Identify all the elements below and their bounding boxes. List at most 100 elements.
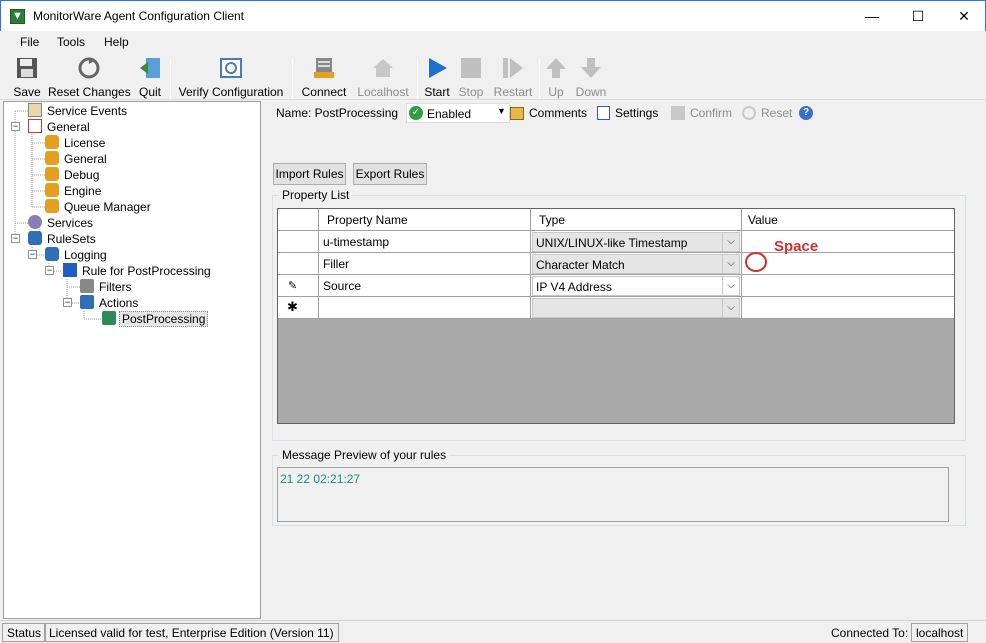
menu-tools[interactable]: Tools — [57, 35, 85, 49]
column-header-type[interactable]: Type — [531, 209, 742, 231]
down-button[interactable]: Down — [574, 56, 608, 100]
title-bar: ▼ MonitorWare Agent Configuration Client… — [0, 0, 986, 31]
value-cell[interactable] — [742, 275, 954, 297]
shield-icon — [45, 183, 59, 197]
type-cell[interactable]: ⌵ — [531, 297, 742, 319]
stop-icon — [461, 58, 481, 78]
comments-button[interactable]: Comments — [529, 106, 587, 120]
message-preview-label: Message Preview of your rules — [279, 448, 450, 462]
restart-button[interactable]: Restart — [492, 56, 534, 100]
expander-actions[interactable]: − — [63, 298, 72, 307]
confirm-icon — [671, 106, 685, 120]
toolbar-separator — [292, 59, 293, 99]
column-header-property-name[interactable]: Property Name — [319, 209, 531, 231]
tree-item-filters[interactable]: Filters — [80, 279, 134, 295]
property-grid[interactable]: Property Name Type Value u-timestamp UNI… — [277, 208, 955, 424]
quit-icon — [140, 58, 160, 78]
type-select[interactable]: ⌵ — [532, 298, 740, 318]
preview-text: 21 22 02:21:27 — [280, 472, 361, 486]
menu-help[interactable]: Help — [104, 35, 129, 49]
connected-to-label: Connected To: — [831, 626, 909, 640]
expander-logging[interactable]: − — [28, 250, 37, 259]
property-name-cell[interactable]: u-timestamp — [319, 231, 531, 253]
tree-item-engine[interactable]: Engine — [45, 183, 103, 199]
table-row[interactable]: u-timestamp UNIX/LINUX-like Timestamp ⌵ — [278, 231, 954, 253]
tree-item-general-settings[interactable]: General — [45, 151, 109, 167]
localhost-button[interactable]: Localhost — [354, 56, 412, 100]
type-select[interactable]: IP V4 Address ⌵ — [532, 276, 740, 296]
play-icon — [429, 58, 447, 78]
settings-button[interactable]: Settings — [615, 106, 658, 120]
check-circle-icon: ✓ — [409, 106, 423, 120]
row-selector[interactable] — [278, 231, 319, 253]
connect-button[interactable]: Connect — [298, 56, 350, 100]
shield-icon — [45, 151, 59, 165]
reset-button[interactable]: Reset — [761, 106, 792, 120]
reset-changes-button[interactable]: Reset Changes — [48, 56, 131, 100]
expander-general[interactable]: − — [11, 122, 20, 131]
type-cell[interactable]: IP V4 Address ⌵ — [531, 275, 742, 297]
stop-button[interactable]: Stop — [456, 56, 486, 100]
column-header-value[interactable]: Value — [742, 209, 954, 231]
home-icon — [373, 59, 393, 77]
property-name-cell[interactable]: Source — [319, 275, 531, 297]
arrow-up-icon — [546, 58, 566, 78]
type-select[interactable]: Character Match ⌵ — [532, 254, 740, 274]
arrow-down-icon — [581, 58, 601, 78]
property-name-cell[interactable]: Filler — [319, 253, 531, 275]
up-button[interactable]: Up — [544, 56, 568, 100]
tree-item-general[interactable]: General — [28, 119, 92, 135]
window-title: MonitorWare Agent Configuration Client — [33, 9, 244, 23]
tree-item-services[interactable]: Services — [28, 215, 95, 231]
start-button[interactable]: Start — [422, 56, 452, 100]
tree-item-debug[interactable]: Debug — [45, 167, 101, 183]
service-events-icon — [28, 103, 42, 117]
verify-configuration-button[interactable]: Verify Configuration — [176, 56, 286, 100]
tree-item-queue-manager[interactable]: Queue Manager — [45, 199, 153, 215]
reset-icon — [742, 106, 756, 120]
type-select[interactable]: UNIX/LINUX-like Timestamp ⌵ — [532, 232, 740, 252]
tree-item-rulesets[interactable]: RuleSets — [28, 231, 98, 247]
row-selector[interactable] — [278, 253, 319, 275]
table-row[interactable]: ✎ Source IP V4 Address ⌵ — [278, 275, 954, 297]
value-cell[interactable] — [742, 253, 954, 275]
edit-pencil-icon[interactable]: ✎ — [278, 275, 319, 297]
configuration-tree[interactable]: − − − − − Service Events General License… — [3, 101, 261, 619]
shield-icon — [45, 135, 59, 149]
tree-item-rule[interactable]: Rule for PostProcessing — [63, 263, 213, 279]
expander-rule[interactable]: − — [45, 266, 54, 275]
import-rules-button[interactable]: Import Rules — [273, 163, 346, 185]
table-row[interactable]: Filler Character Match ⌵ — [278, 253, 954, 275]
tree-item-service-events[interactable]: Service Events — [28, 103, 129, 119]
settings-icon — [597, 106, 610, 120]
type-cell[interactable]: UNIX/LINUX-like Timestamp ⌵ — [531, 231, 742, 253]
grid-header-row: Property Name Type Value — [278, 209, 954, 231]
close-button[interactable]: ✕ — [941, 1, 986, 31]
app-icon: ▼ — [10, 9, 25, 24]
checklist-icon — [28, 119, 42, 133]
connected-host: localhost — [911, 623, 969, 642]
export-rules-button[interactable]: Export Rules — [353, 163, 427, 185]
new-row-asterisk-icon[interactable]: ✱ — [278, 297, 319, 319]
tree-item-actions[interactable]: Actions — [80, 295, 140, 311]
menu-file[interactable]: File — [20, 35, 39, 49]
new-row[interactable]: ✱ ⌵ — [278, 297, 954, 319]
help-icon[interactable]: ? — [799, 106, 813, 120]
tree-item-logging[interactable]: Logging — [45, 247, 109, 263]
value-cell[interactable] — [742, 297, 954, 319]
rulesets-icon — [28, 231, 42, 245]
toolbar: Save Reset Changes Quit Verify Configura… — [0, 53, 986, 100]
tree-item-license[interactable]: License — [45, 135, 107, 151]
minimize-button[interactable]: — — [849, 1, 895, 31]
quit-button[interactable]: Quit — [134, 56, 166, 100]
type-cell[interactable]: Character Match ⌵ — [531, 253, 742, 275]
confirm-button[interactable]: Confirm — [690, 106, 732, 120]
enabled-dropdown[interactable]: ✓ Enabled ▼ — [406, 103, 510, 123]
save-button[interactable]: Save — [10, 56, 44, 100]
expander-rulesets[interactable]: − — [11, 234, 20, 243]
maximize-button[interactable]: ☐ — [895, 1, 941, 31]
restart-icon — [503, 58, 523, 78]
chevron-down-icon: ⌵ — [722, 299, 739, 317]
property-name-cell[interactable] — [319, 297, 531, 319]
tree-item-postprocessing[interactable]: PostProcessing — [102, 311, 209, 327]
